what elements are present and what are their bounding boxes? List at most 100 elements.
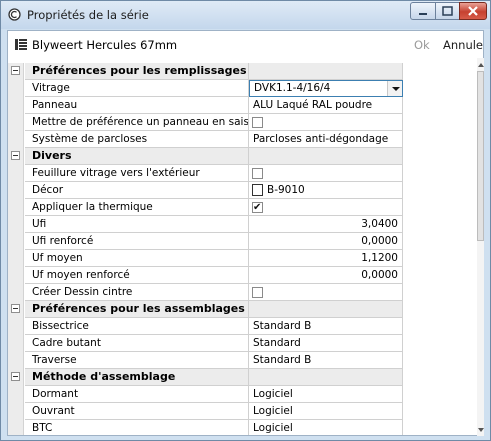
color-swatch[interactable] <box>252 184 263 196</box>
row-rail <box>8 420 24 435</box>
close-button[interactable] <box>459 2 487 20</box>
maximize-button[interactable] <box>435 2 460 20</box>
grid-blank-area <box>403 369 483 386</box>
property-row: Ouvrant Logiciel <box>8 403 483 420</box>
category-row[interactable]: Méthode d'assemblage <box>8 369 483 386</box>
row-rail <box>8 165 24 182</box>
row-rail <box>8 199 24 216</box>
scroll-up-icon[interactable] <box>478 63 484 67</box>
property-row: Créer Dessin cintre <box>8 284 483 301</box>
row-rail <box>8 114 24 131</box>
property-label: Appliquer la thermique <box>25 199 249 216</box>
scroll-down-icon[interactable] <box>478 428 484 432</box>
property-row: Ufi 3,0400 <box>8 216 483 233</box>
category-row[interactable]: Préférences pour les assemblages <box>8 301 483 318</box>
property-value[interactable] <box>249 114 403 131</box>
property-row: Traverse Standard B <box>8 352 483 369</box>
chevron-down-icon[interactable] <box>387 81 402 96</box>
property-row: Vitrage DVK1.1-4/16/4 <box>8 80 483 97</box>
checkbox-checked[interactable] <box>252 200 263 215</box>
property-label: Uf moyen <box>25 250 249 267</box>
title-bar[interactable]: Propriétés de la série <box>1 1 490 29</box>
row-rail <box>8 284 24 301</box>
grid-blank-area <box>403 165 483 182</box>
grid-blank-area <box>403 131 483 148</box>
category-label: Préférences pour les remplissages <box>25 63 249 80</box>
row-rail <box>8 148 24 165</box>
grid-blank-area <box>403 284 483 301</box>
property-label: Ufi <box>25 216 249 233</box>
row-rail <box>8 250 24 267</box>
property-label: Système de parcloses <box>25 131 249 148</box>
property-row: Bissectrice Standard B <box>8 318 483 335</box>
collapse-icon[interactable] <box>11 151 20 160</box>
decor-value: B-9010 <box>267 184 305 196</box>
property-value[interactable]: Standard <box>249 335 403 352</box>
property-value[interactable]: Logiciel <box>249 386 403 403</box>
grid-blank-area <box>403 233 483 250</box>
grid-blank-area <box>403 148 483 165</box>
row-rail <box>8 182 24 199</box>
checkbox[interactable] <box>252 287 263 298</box>
minimize-button[interactable] <box>410 2 436 20</box>
property-row: BTC Logiciel <box>8 420 483 435</box>
row-rail <box>8 267 24 284</box>
grid-blank-area <box>403 386 483 403</box>
property-value[interactable]: Logiciel <box>249 403 403 420</box>
category-row[interactable]: Divers <box>8 148 483 165</box>
property-value[interactable]: Standard B <box>249 318 403 335</box>
property-label: Vitrage <box>25 80 249 97</box>
category-value-cell <box>249 63 403 80</box>
grid-blank-area <box>403 216 483 233</box>
property-row: Feuillure vitrage vers l'extérieur <box>8 165 483 182</box>
property-row: Uf moyen 1,1200 <box>8 250 483 267</box>
category-value-cell <box>249 369 403 386</box>
property-value[interactable]: Standard B <box>249 352 403 369</box>
property-label: Feuillure vitrage vers l'extérieur <box>25 165 249 182</box>
grid-blank-area <box>403 114 483 131</box>
collapse-icon[interactable] <box>11 66 20 75</box>
dialog-toolbar: Blyweert Hercules 67mm Ok Annuler <box>8 31 483 59</box>
property-value[interactable]: 0,0000 <box>249 233 403 250</box>
property-value[interactable]: Logiciel <box>249 420 403 435</box>
row-rail <box>8 352 24 369</box>
checkbox[interactable] <box>252 117 263 128</box>
vitrage-dropdown[interactable]: DVK1.1-4/16/4 <box>249 80 403 97</box>
cancel-button[interactable]: Annuler <box>443 38 483 52</box>
grid-blank-area <box>403 199 483 216</box>
row-rail <box>8 403 24 420</box>
property-value[interactable]: B-9010 <box>249 182 403 199</box>
dialog-client-area: Blyweert Hercules 67mm Ok Annuler Préfér… <box>7 30 484 436</box>
window-title: Propriétés de la série <box>27 8 149 22</box>
collapse-icon[interactable] <box>11 372 20 381</box>
property-value[interactable] <box>249 284 403 301</box>
property-value[interactable]: 0,0000 <box>249 267 403 284</box>
grid-blank-area <box>403 335 483 352</box>
scroll-thumb[interactable] <box>477 71 484 241</box>
property-label: Décor <box>25 182 249 199</box>
vertical-scrollbar[interactable] <box>477 58 484 436</box>
property-label: Traverse <box>25 352 249 369</box>
dropdown-value: DVK1.1-4/16/4 <box>254 82 331 94</box>
ok-button[interactable]: Ok <box>414 38 430 52</box>
collapse-icon[interactable] <box>11 304 20 313</box>
grid-blank-area <box>403 267 483 284</box>
minimize-icon <box>419 13 427 15</box>
property-row: Panneau ALU Laqué RAL poudre <box>8 97 483 114</box>
property-value[interactable] <box>249 165 403 182</box>
row-rail <box>8 131 24 148</box>
property-label: Créer Dessin cintre <box>25 284 249 301</box>
property-value[interactable] <box>249 199 403 216</box>
checkbox[interactable] <box>252 168 263 179</box>
property-value[interactable]: 3,0400 <box>249 216 403 233</box>
category-label: Divers <box>25 148 249 165</box>
category-label: Préférences pour les assemblages <box>25 301 249 318</box>
property-value[interactable]: ALU Laqué RAL poudre <box>249 97 403 114</box>
property-value[interactable]: Parcloses anti-dégondage <box>249 131 403 148</box>
grid-blank-area <box>403 420 483 435</box>
grid-blank-area <box>403 97 483 114</box>
category-row[interactable]: Préférences pour les remplissages <box>8 63 483 80</box>
row-rail <box>8 369 24 386</box>
property-value[interactable]: 1,1200 <box>249 250 403 267</box>
property-label: BTC <box>25 420 249 435</box>
